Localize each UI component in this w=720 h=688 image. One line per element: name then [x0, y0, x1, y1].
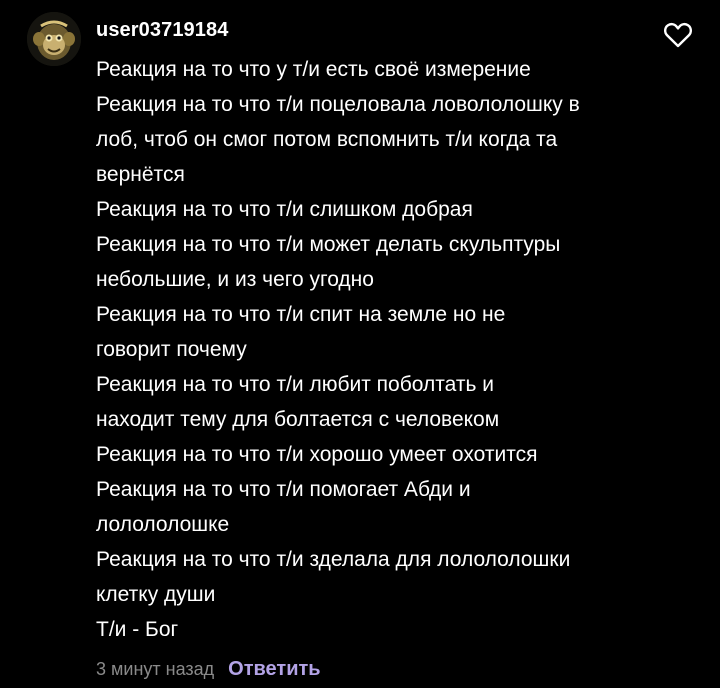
- timestamp: 3 минут назад: [96, 658, 215, 679]
- comment-line: лоб, чтоб он смог потом вспомнить т/и ко…: [96, 128, 558, 151]
- comment-line: Реакция на то что т/и любит поболтать и: [96, 373, 494, 396]
- comment-line: Реакция на то что т/и может делать скуль…: [96, 233, 561, 256]
- username[interactable]: user03719184: [96, 16, 228, 44]
- comment-text: Реакция на то что у т/и есть своё измере…: [96, 52, 656, 647]
- comment-line: Т/и - Бог: [96, 618, 179, 641]
- comment-line: лолололошке: [96, 513, 230, 536]
- reply-button[interactable]: Ответить: [228, 658, 320, 681]
- comment-line: находит тему для болтается с человеком: [96, 408, 500, 431]
- comment-line: Реакция на то что т/и поцеловала ловолол…: [96, 93, 580, 116]
- comment-line: Реакция на то что т/и спит на земле но н…: [96, 303, 506, 326]
- comment-line: Реакция на то что т/и помогает Абди и: [96, 478, 471, 501]
- comment-line: Реакция на то что у т/и есть своё измере…: [96, 58, 531, 81]
- comment: user03719184 Реакция на то что у т/и ест…: [0, 0, 720, 688]
- comment-line: Реакция на то что т/и хорошо умеет охоти…: [96, 443, 538, 466]
- comment-line: небольшие, и из чего угодно: [96, 268, 374, 291]
- heart-outline-icon[interactable]: [662, 19, 694, 51]
- comment-line: вернётся: [96, 163, 185, 186]
- comment-line: Реакция на то что т/и слишком добрая: [96, 198, 473, 221]
- comment-line: говорит почему: [96, 338, 247, 361]
- monkey-avatar-icon[interactable]: [27, 12, 81, 66]
- comment-meta: 3 минут назад Ответить: [96, 654, 321, 684]
- comment-line: Реакция на то что т/и зделала для лололо…: [96, 548, 571, 571]
- comment-line: клетку души: [96, 583, 216, 606]
